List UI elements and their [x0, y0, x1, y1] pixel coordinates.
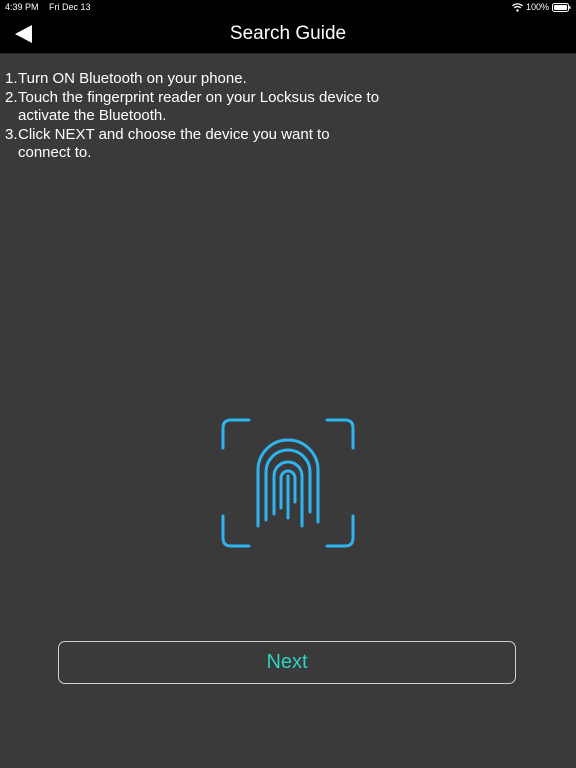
step-text: Click NEXT and choose the device you wan…: [18, 125, 330, 162]
instructions-list: 1. Turn ON Bluetooth on your phone. 2. T…: [5, 70, 385, 163]
fingerprint-icon: [221, 418, 355, 548]
wifi-icon: [512, 3, 523, 12]
status-bar: 4:39 PM Fri Dec 13 100%: [0, 0, 576, 15]
step-number: 1.: [5, 70, 18, 87]
instruction-step: 1. Turn ON Bluetooth on your phone.: [5, 70, 385, 89]
instruction-step: 2. Touch the fingerprint reader on your …: [5, 89, 385, 126]
step-text: Turn ON Bluetooth on your phone.: [18, 70, 247, 87]
next-button[interactable]: Next: [58, 641, 516, 684]
battery-percentage: 100%: [525, 2, 549, 12]
page-title: Search Guide: [229, 23, 347, 44]
step-number: 3.: [5, 125, 18, 143]
step-number: 2.: [5, 88, 18, 106]
status-indicators: 100%: [512, 0, 571, 15]
step-text: Touch the fingerprint reader on your Loc…: [18, 88, 380, 125]
battery-icon: [552, 3, 571, 12]
instruction-step: 3. Click NEXT and choose the device you …: [5, 126, 385, 163]
status-date: Fri Dec 13: [49, 2, 91, 12]
navigation-bar: Search Guide: [0, 15, 576, 54]
status-time: 4:39 PM: [5, 2, 39, 12]
